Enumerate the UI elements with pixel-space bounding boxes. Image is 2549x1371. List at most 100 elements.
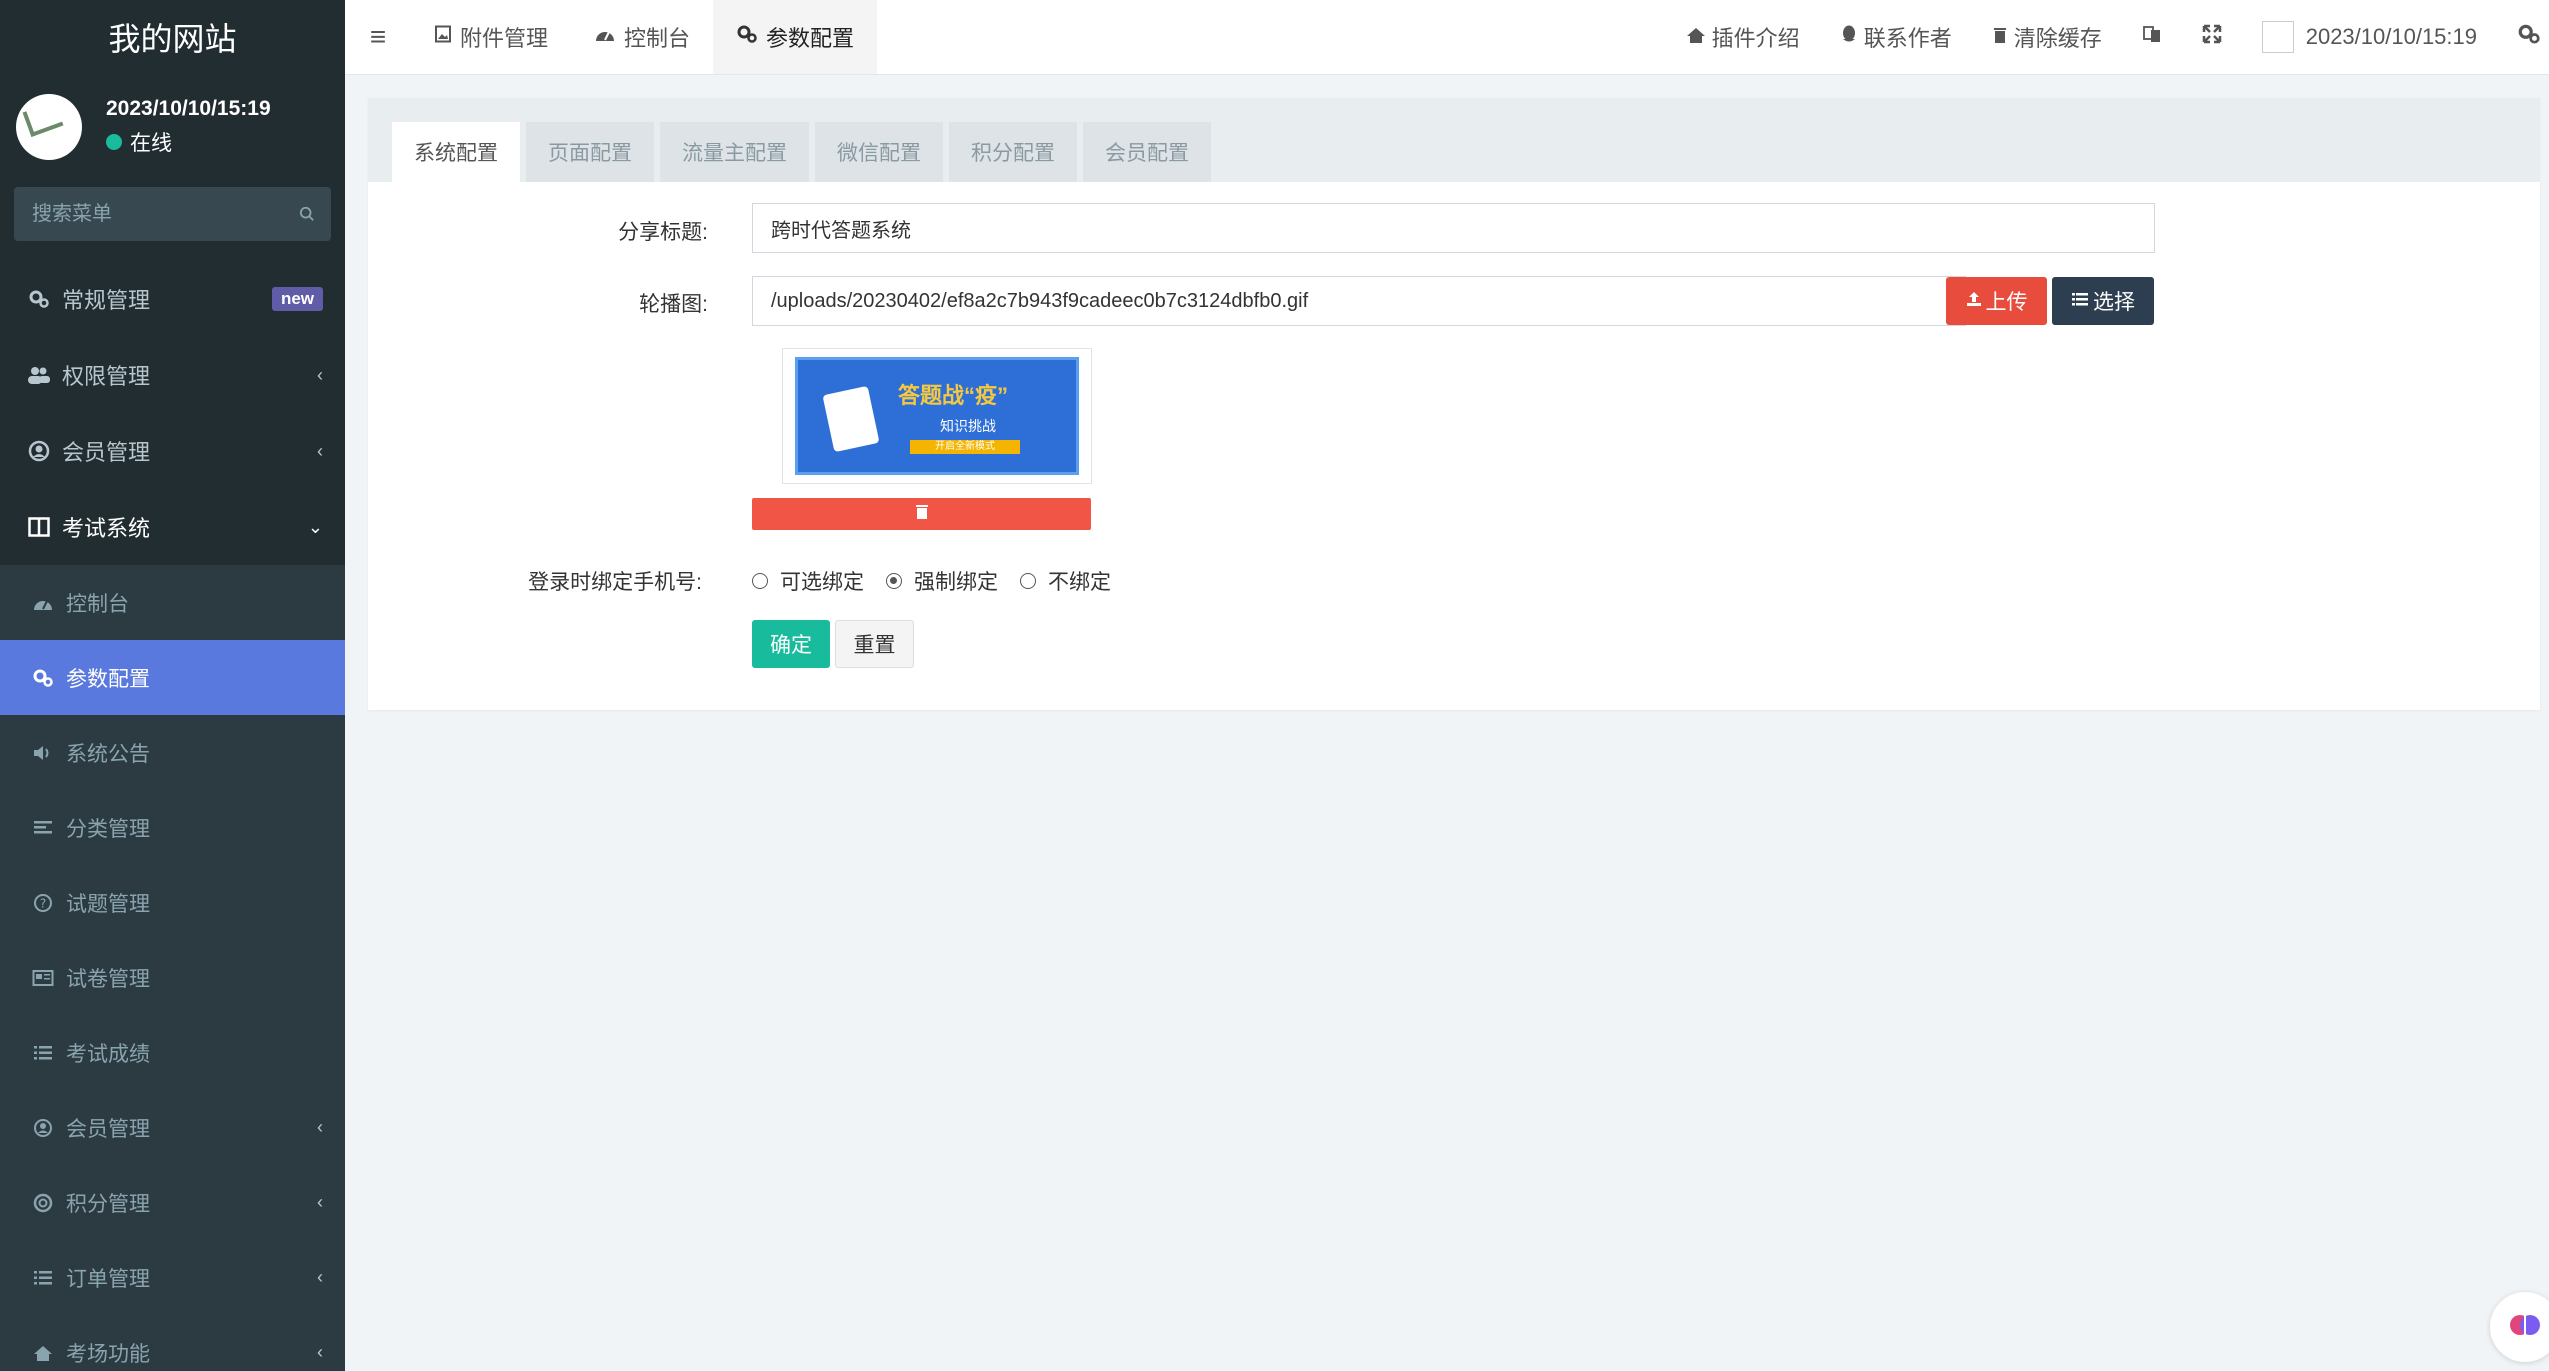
- sidebar-item-permission[interactable]: 权限管理 ‹: [0, 337, 345, 413]
- menu-search: [14, 187, 331, 241]
- home-icon: [30, 1344, 56, 1362]
- tab-params[interactable]: 参数配置: [713, 0, 878, 74]
- banner-path-input[interactable]: /uploads/20230402/ef8a2c7b943f9cadeec0b7…: [752, 276, 1966, 326]
- list-icon: [30, 1044, 56, 1062]
- upload-icon: [1966, 289, 1982, 313]
- config-panel: 系统配置 页面配置 流量主配置 微信配置 积分配置 会员配置 分享标题: 跨时代…: [368, 98, 2540, 710]
- clipboard-icon: [822, 385, 880, 453]
- sidebar-item-scores[interactable]: 考试成绩: [0, 1015, 345, 1090]
- brain-icon: [2507, 1307, 2543, 1348]
- sidebar-item-label: 积分管理: [66, 1192, 150, 1216]
- chevron-left-icon: ‹: [317, 364, 323, 385]
- sidebar-item-label: 控制台: [66, 592, 129, 616]
- list-icon: [2071, 289, 2089, 313]
- chevron-down-icon: ⌄: [307, 516, 323, 537]
- sidebar-item-member-mgmt[interactable]: 会员管理 ‹: [0, 1090, 345, 1165]
- users-icon: [26, 365, 52, 385]
- assistant-widget[interactable]: [2490, 1292, 2549, 1362]
- dashboard-icon: [594, 25, 616, 49]
- radio-label: 可选绑定: [780, 571, 864, 594]
- bind-phone-label: 登录时绑定手机号:: [528, 571, 702, 594]
- chevron-left-icon: ‹: [317, 1192, 323, 1212]
- tab-system-config[interactable]: 系统配置: [392, 122, 520, 182]
- share-title-label: 分享标题:: [618, 221, 708, 244]
- gears-icon: [736, 23, 758, 51]
- radio-force-bind[interactable]: 强制绑定: [886, 566, 998, 596]
- chevron-left-icon: ‹: [317, 1342, 323, 1362]
- sidebar-item-dashboard[interactable]: 控制台: [0, 565, 345, 640]
- tab-dashboard[interactable]: 控制台: [571, 0, 713, 74]
- sidebar-item-orders[interactable]: 订单管理 ‹: [0, 1240, 345, 1315]
- user-panel: 2023/10/10/15:19 在线: [0, 74, 345, 179]
- site-logo[interactable]: 我的网站: [0, 0, 345, 74]
- user-menu-name: 2023/10/10/15:19: [2305, 24, 2477, 49]
- upload-label: 上传: [1985, 291, 2028, 314]
- tab-attachments[interactable]: 附件管理: [411, 0, 571, 74]
- menu-search-input[interactable]: [30, 201, 299, 227]
- radio-no-bind[interactable]: 不绑定: [1020, 566, 1111, 596]
- sidebar-item-params[interactable]: 参数配置: [0, 640, 345, 715]
- banner-image-subtitle: 知识挑战: [940, 418, 996, 434]
- radio-circle: [1020, 573, 1036, 589]
- banner-preview[interactable]: 答题战“疫” 知识挑战 开启全新模式: [782, 348, 1092, 484]
- delete-image-button[interactable]: [752, 498, 1091, 530]
- top-navbar: ≡ 附件管理 控制台 参数配置 插件介绍 联系作者 清除缓存 2023/10/1…: [345, 0, 2549, 75]
- sidebar-item-exam-room[interactable]: 考场功能 ‹: [0, 1315, 345, 1371]
- radio-circle: [752, 573, 768, 589]
- plugin-intro-link[interactable]: 插件介绍: [1666, 0, 1820, 74]
- radio-optional-bind[interactable]: 可选绑定: [752, 566, 864, 596]
- sidebar-item-label: 分类管理: [66, 817, 150, 841]
- lifebuoy-icon: [30, 1193, 56, 1213]
- submit-button[interactable]: 确定: [752, 620, 830, 668]
- user-circle-icon: [26, 440, 52, 462]
- search-icon[interactable]: [299, 205, 315, 223]
- user-avatar: [16, 93, 82, 160]
- chevron-left-icon: ‹: [317, 1267, 323, 1287]
- choose-button[interactable]: 选择: [2052, 277, 2154, 325]
- fullscreen-toggle[interactable]: [2182, 0, 2242, 74]
- tab-label: 控制台: [624, 26, 691, 51]
- sidebar-item-label: 系统公告: [66, 742, 150, 766]
- sidebar-item-category[interactable]: 分类管理: [0, 790, 345, 865]
- tab-traffic-config[interactable]: 流量主配置: [660, 122, 809, 182]
- sidebar-item-exam-system[interactable]: 考试系统 ⌄: [0, 489, 345, 565]
- sidebar-toggle-icon[interactable]: ≡: [345, 0, 411, 74]
- sidebar-item-questions[interactable]: ? 试题管理: [0, 865, 345, 940]
- sidebar-item-general[interactable]: 常规管理 new: [0, 261, 345, 337]
- sidebar-item-papers[interactable]: 试卷管理: [0, 940, 345, 1015]
- language-toggle[interactable]: [2122, 0, 2182, 74]
- trash-icon: [915, 504, 929, 525]
- clear-cache-label: 清除缓存: [2013, 26, 2102, 51]
- home-icon: [1686, 24, 1706, 50]
- sidebar-item-label: 试卷管理: [66, 967, 150, 991]
- gears-icon: [26, 288, 52, 310]
- sidebar-item-notice[interactable]: 系统公告: [0, 715, 345, 790]
- reset-button[interactable]: 重置: [835, 620, 914, 668]
- sidebar-item-member[interactable]: 会员管理 ‹: [0, 413, 345, 489]
- sidebar-item-label: 订单管理: [66, 1267, 150, 1291]
- new-badge: new: [271, 287, 323, 311]
- clear-cache-link[interactable]: 清除缓存: [1972, 0, 2122, 74]
- banner-image-tag: 开启全新模式: [910, 440, 1020, 454]
- list-ul-icon: [30, 1269, 56, 1287]
- sidebar-item-points[interactable]: 积分管理 ‹: [0, 1165, 345, 1240]
- columns-icon: [26, 517, 52, 537]
- user-status-text: 在线: [130, 131, 172, 155]
- upload-button[interactable]: 上传: [1946, 277, 2047, 325]
- tab-points-config[interactable]: 积分配置: [949, 122, 1077, 182]
- tab-wechat-config[interactable]: 微信配置: [815, 122, 943, 182]
- tab-page-config[interactable]: 页面配置: [526, 122, 654, 182]
- translate-icon: [2142, 24, 2162, 50]
- sidebar-item-label: 考场功能: [66, 1342, 150, 1366]
- settings-toggle[interactable]: [2497, 0, 2549, 74]
- share-title-input[interactable]: 跨时代答题系统: [752, 203, 2155, 253]
- contact-author-link[interactable]: 联系作者: [1820, 0, 1972, 74]
- bind-phone-options: 可选绑定 强制绑定 不绑定: [752, 566, 1133, 596]
- tab-member-config[interactable]: 会员配置: [1083, 122, 1211, 182]
- sidebar-item-label: 试题管理: [66, 892, 150, 916]
- banner-label: 轮播图:: [639, 293, 708, 316]
- user-name: 2023/10/10/15:19: [106, 96, 271, 120]
- volume-icon: [30, 744, 56, 762]
- user-menu[interactable]: 2023/10/10/15:19: [2242, 0, 2497, 74]
- choose-label: 选择: [2093, 291, 2135, 314]
